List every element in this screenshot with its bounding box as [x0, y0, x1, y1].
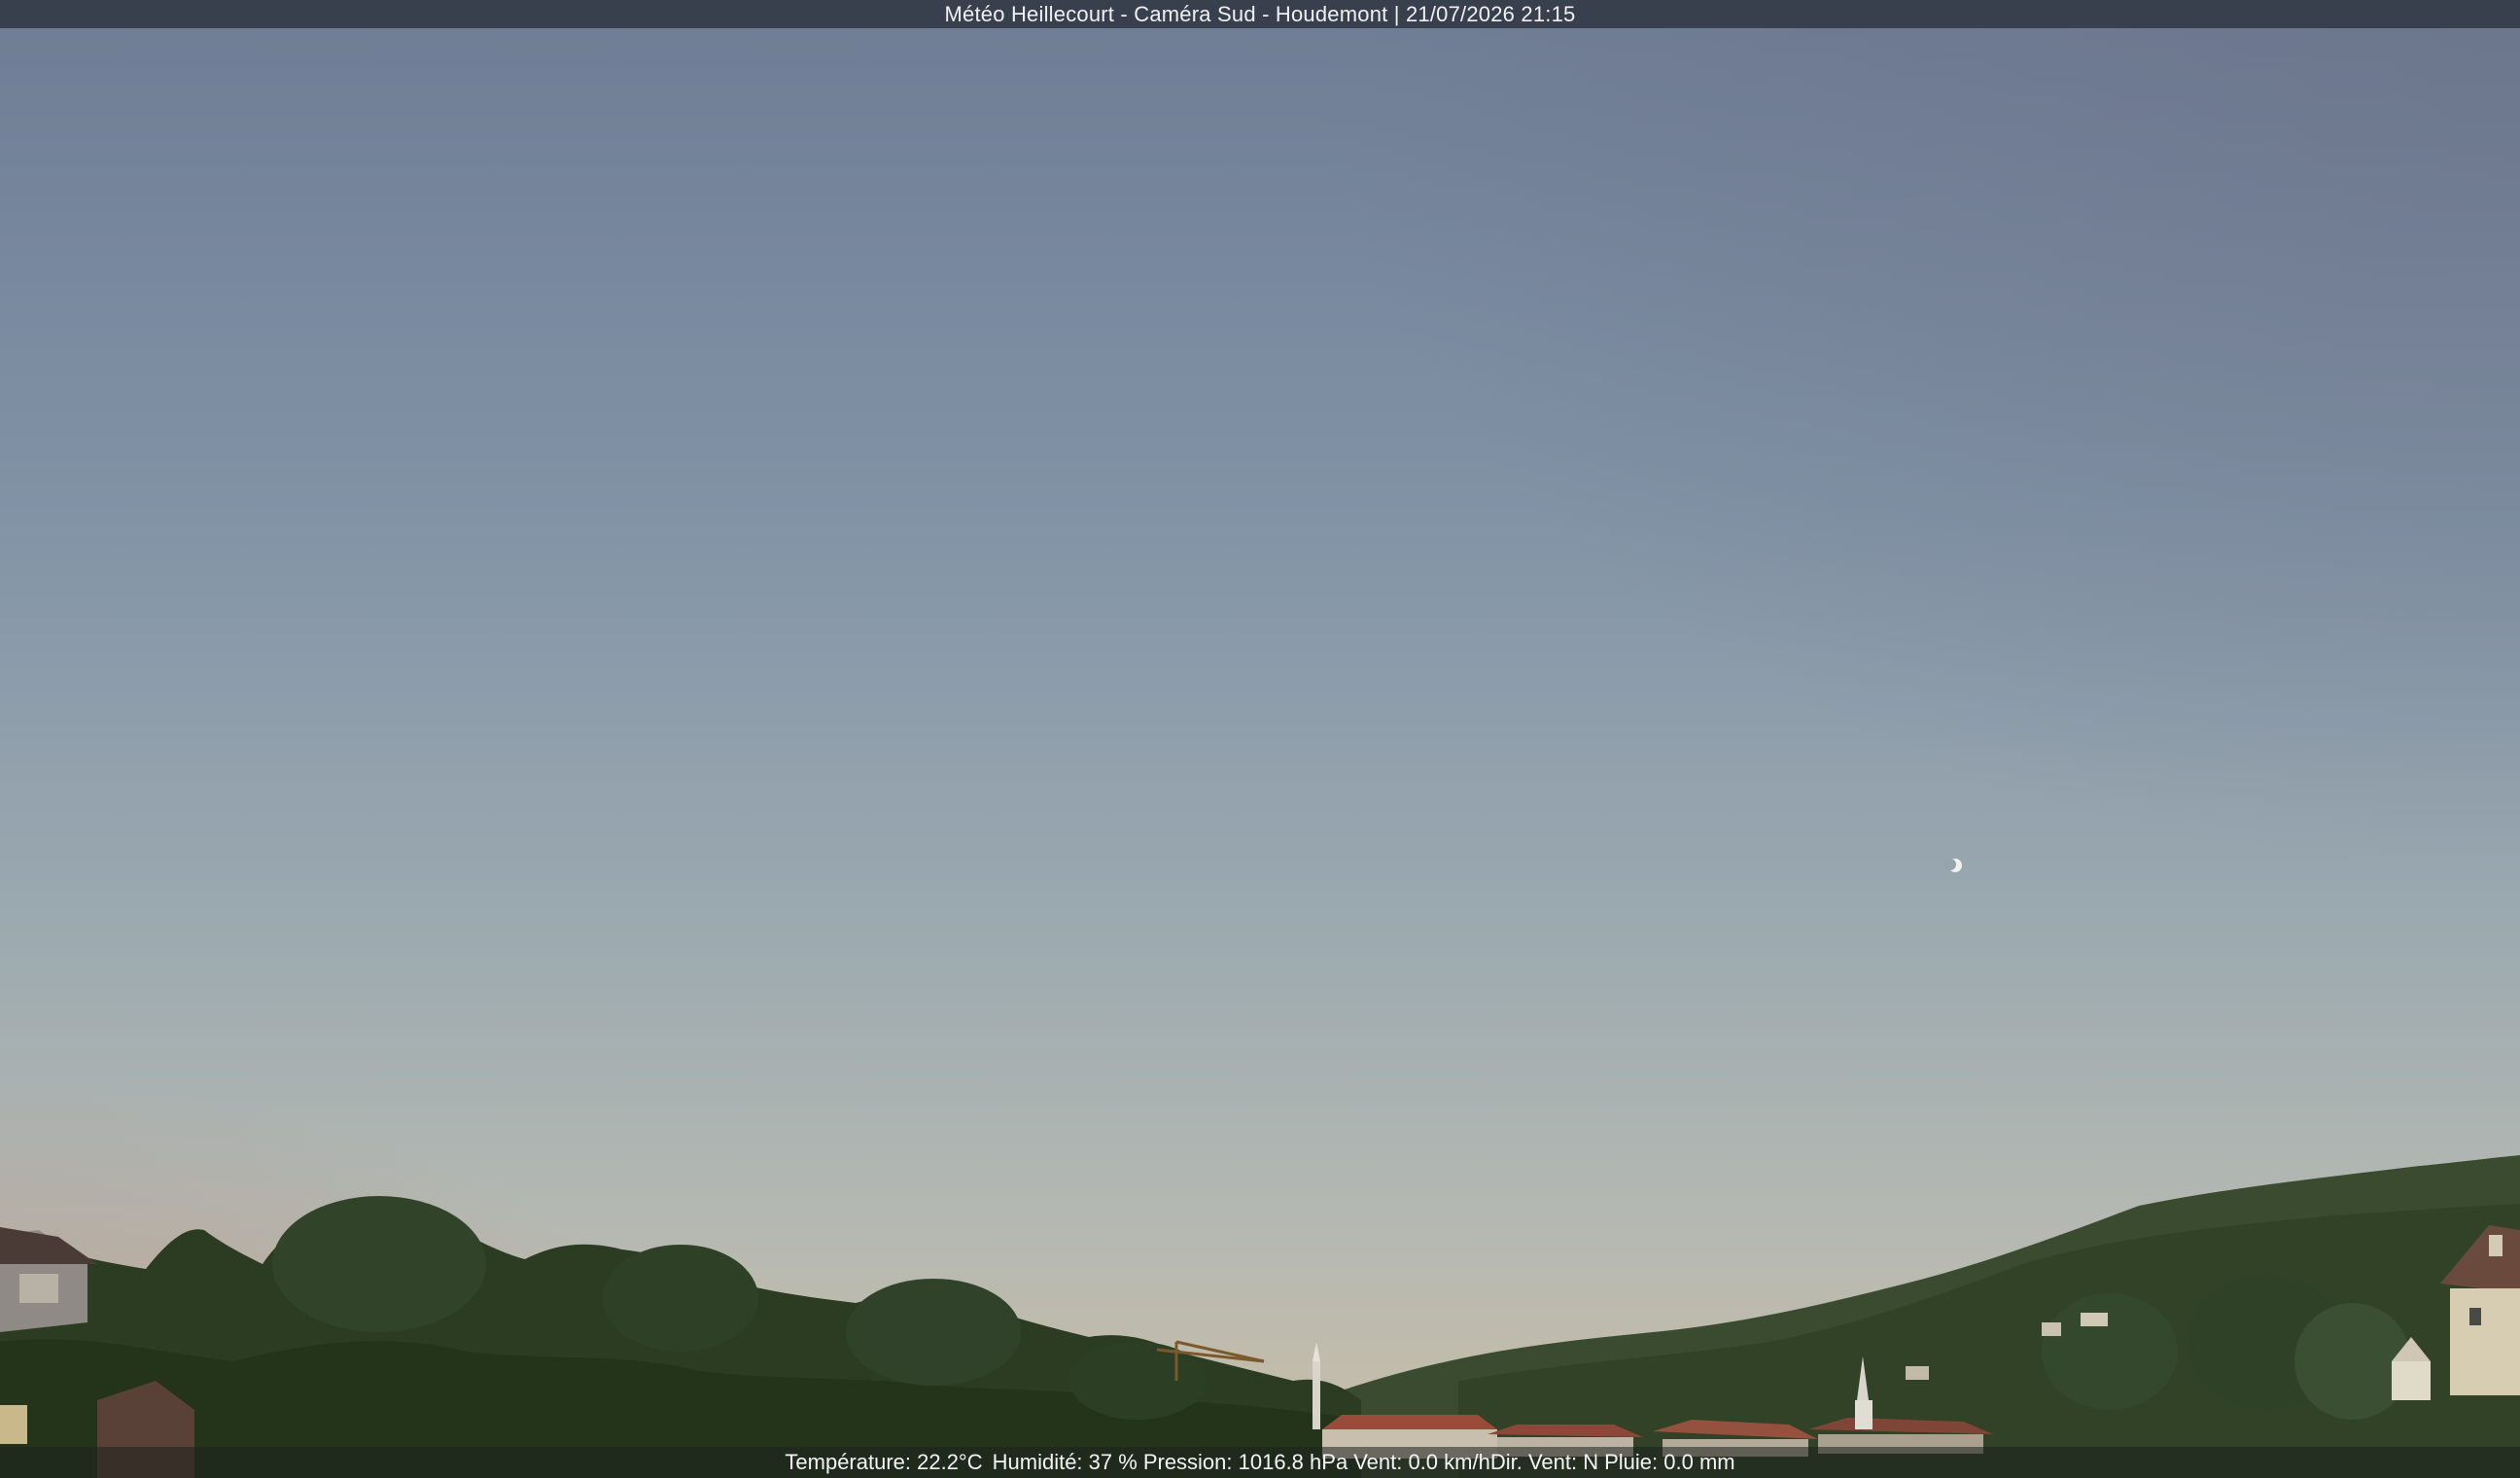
- temperature-readout: Température: 22.2°C: [785, 1450, 983, 1474]
- tree-crown: [603, 1245, 758, 1352]
- tree-crown: [2042, 1293, 2178, 1410]
- caption-bar: Météo Heillecourt - Caméra Sud - Houdemo…: [0, 0, 2520, 28]
- weather-bar: Température: 22.2°C Humidité: 37 % Press…: [0, 1447, 2520, 1478]
- wind-direction-readout: Dir. Vent: N: [1489, 1450, 1599, 1474]
- landscape: [0, 1155, 2520, 1478]
- tree-crown: [846, 1279, 1021, 1386]
- tree-crown: [272, 1196, 486, 1332]
- caption-title: Météo Heillecourt - Caméra Sud - Houdemo…: [944, 1, 1576, 26]
- rain-readout: Pluie: 0.0 mm: [1604, 1450, 1735, 1474]
- wind-speed-readout: Vent: 0.0 km/h: [1353, 1450, 1490, 1474]
- pressure-readout: Pression: 1016.8 hPa: [1142, 1450, 1348, 1474]
- humidity-readout: Humidité: 37 %: [992, 1450, 1138, 1474]
- webcam-image: Météo Heillecourt - Caméra Sud - Houdemo…: [0, 0, 2520, 1478]
